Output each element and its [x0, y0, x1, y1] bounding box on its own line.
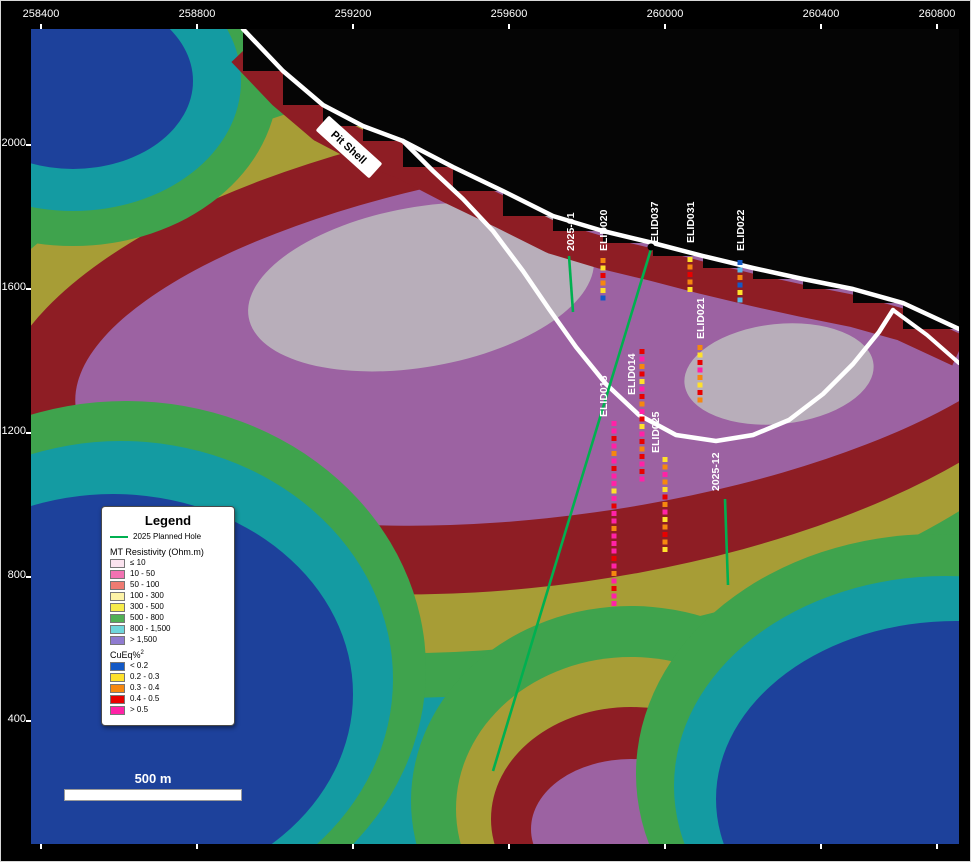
resistivity-label: 800 - 1,500 [130, 625, 170, 634]
axis-tick [352, 24, 354, 29]
axis-tick-label: 260800 [919, 8, 956, 20]
axis-tick [26, 432, 31, 434]
axis-tick-label: 800 [1, 569, 26, 581]
axis-tick [40, 844, 42, 849]
scale-bar: 500 m [64, 771, 242, 801]
hole-label: ELID021 [695, 297, 707, 339]
hole-label: ELID022 [735, 209, 747, 251]
resistivity-item: 10 - 50 [110, 570, 226, 579]
axis-tick-label: 260000 [647, 8, 684, 20]
hole-label: ELID015 [598, 375, 610, 417]
cueq-label: 0.2 - 0.3 [130, 673, 159, 682]
legend-cueq-title: CuEq%2 [110, 650, 226, 660]
axis-tick-label: 260400 [803, 8, 840, 20]
hole-label: ELID037 [649, 201, 661, 243]
planned-hole-label: 2025 Planned Hole [133, 533, 201, 542]
cueq-swatch [110, 684, 125, 693]
legend-title: Legend [110, 513, 226, 528]
axis-tick [664, 24, 666, 29]
resistivity-item: > 1,500 [110, 636, 226, 645]
hole-label: ELID025 [650, 411, 662, 453]
cueq-swatch [110, 662, 125, 671]
axis-tick [664, 844, 666, 849]
cueq-label: 0.3 - 0.4 [130, 684, 159, 693]
hole-label: ELID020 [598, 209, 610, 251]
axis-tick [820, 844, 822, 849]
axis-tick-label: 259200 [335, 8, 372, 20]
resistivity-label: 50 - 100 [130, 581, 159, 590]
resistivity-swatch [110, 625, 125, 634]
cueq-footnote-marker: 2 [141, 650, 144, 656]
axis-tick [820, 24, 822, 29]
left-axis: 2000 1600 1200 800 400 [1, 1, 29, 861]
hole-label: 2025-01 [565, 212, 577, 251]
resistivity-label: 500 - 800 [130, 614, 164, 623]
axis-tick-label: 1200 [1, 425, 26, 437]
axis-tick [936, 844, 938, 849]
cueq-swatch [110, 673, 125, 682]
axis-tick [508, 24, 510, 29]
axis-tick-label: 259600 [491, 8, 528, 20]
legend-resistivity-items: ≤ 10 10 - 50 50 - 100 100 - 300 300 - 500 500… [110, 559, 226, 645]
resistivity-swatch [110, 592, 125, 601]
resistivity-item: 100 - 300 [110, 592, 226, 601]
cueq-label: 0.4 - 0.5 [130, 695, 159, 704]
legend-cueq-items: < 0.2 0.2 - 0.3 0.3 - 0.4 0.4 - 0.5 > 0.5 [110, 662, 226, 715]
cueq-title-text: CuEq% [110, 650, 141, 660]
resistivity-item: 800 - 1,500 [110, 625, 226, 634]
axis-tick [26, 720, 31, 722]
resistivity-item: 50 - 100 [110, 581, 226, 590]
collar-dot [648, 244, 655, 251]
axis-tick [26, 576, 31, 578]
axis-tick [508, 844, 510, 849]
hole-label: ELID014 [626, 353, 638, 395]
axis-tick [196, 844, 198, 849]
scale-bar-label: 500 m [64, 771, 242, 786]
legend-planned-hole-item: 2025 Planned Hole [110, 533, 226, 542]
resistivity-item: 300 - 500 [110, 603, 226, 612]
resistivity-label: 300 - 500 [130, 603, 164, 612]
legend: Legend 2025 Planned Hole MT Resistivity … [101, 506, 235, 726]
resistivity-label: > 1,500 [130, 636, 157, 645]
cueq-item: > 0.5 [110, 706, 226, 715]
hole-label: 2025-12 [710, 452, 722, 491]
axis-tick-label: 258800 [179, 8, 216, 20]
resistivity-swatch [110, 603, 125, 612]
axis-tick [26, 144, 31, 146]
resistivity-swatch [110, 581, 125, 590]
top-axis: 2584002588002592002596002600002604002608… [1, 1, 970, 29]
resistivity-swatch [110, 636, 125, 645]
cueq-item: 0.4 - 0.5 [110, 695, 226, 704]
resistivity-label: 10 - 50 [130, 570, 155, 579]
cueq-item: 0.2 - 0.3 [110, 673, 226, 682]
resistivity-swatch [110, 614, 125, 623]
cueq-item: 0.3 - 0.4 [110, 684, 226, 693]
axis-tick-label: 1600 [1, 281, 26, 293]
axis-tick-label: 2000 [1, 137, 26, 149]
axis-tick [196, 24, 198, 29]
resistivity-label: 100 - 300 [130, 592, 164, 601]
axis-tick [352, 844, 354, 849]
planned-hole-line-swatch [110, 536, 128, 538]
axis-tick-label: 400 [1, 713, 26, 725]
section-plot: Pit Shell2025-01ELID020ELID037ELID031ELI… [31, 29, 959, 844]
legend-resistivity-title: MT Resistivity (Ohm.m) [110, 547, 226, 557]
cueq-swatch [110, 706, 125, 715]
cueq-label: > 0.5 [130, 706, 148, 715]
axis-tick [936, 24, 938, 29]
scale-bar-rect [64, 789, 242, 801]
hole-label: ELID031 [685, 201, 697, 243]
resistivity-swatch [110, 559, 125, 568]
cueq-swatch [110, 695, 125, 704]
cueq-item: < 0.2 [110, 662, 226, 671]
resistivity-label: ≤ 10 [130, 559, 146, 568]
resistivity-swatch [110, 570, 125, 579]
axis-tick [26, 288, 31, 290]
cross-section-figure: 2584002588002592002596002600002604002608… [0, 0, 971, 862]
resistivity-item: 500 - 800 [110, 614, 226, 623]
cueq-label: < 0.2 [130, 662, 148, 671]
axis-tick [40, 24, 42, 29]
resistivity-item: ≤ 10 [110, 559, 226, 568]
